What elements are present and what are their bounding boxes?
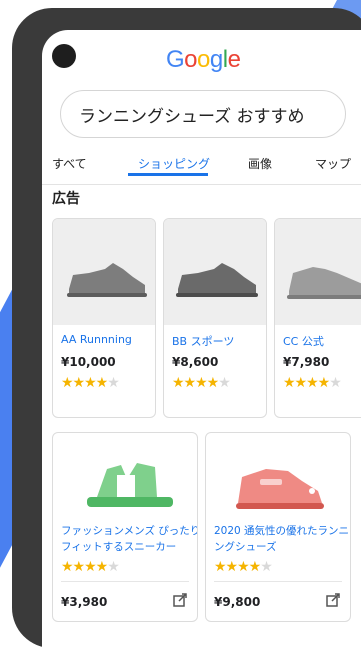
- product-price: ¥7,980: [283, 355, 330, 369]
- product-card[interactable]: CC 公式 ¥7,980 ★★★★★: [274, 218, 361, 418]
- logo-letter: g: [209, 46, 223, 73]
- shoe-icon: [67, 263, 147, 297]
- product-image: [275, 219, 361, 325]
- tab-images[interactable]: 画像: [248, 154, 272, 184]
- product-name[interactable]: CC 公式: [283, 333, 324, 349]
- rating-stars: ★★★★★: [61, 375, 120, 391]
- product-price: ¥10,000: [61, 355, 116, 369]
- product-name[interactable]: AA Runnning: [61, 333, 132, 346]
- shoe-icon: [236, 469, 324, 509]
- rating-stars: ★★★★★: [283, 375, 342, 391]
- logo-letter: o: [184, 46, 198, 73]
- divider: [61, 581, 189, 582]
- product-price: ¥8,600: [172, 355, 219, 369]
- product-card[interactable]: ファッションメンズ ぴったりフィットするスニーカー ★★★★★ ¥3,980: [52, 432, 198, 622]
- product-card[interactable]: 2020 通気性の優れたランニングシューズ ★★★★★ ¥9,800: [205, 432, 351, 622]
- sandal-icon: [87, 463, 173, 507]
- ads-label: 広告: [52, 191, 80, 207]
- search-query: ランニングシューズ おすすめ: [79, 106, 305, 127]
- product-card[interactable]: BB スポーツ ¥8,600 ★★★★★: [163, 218, 267, 418]
- product-name[interactable]: BB スポーツ: [172, 333, 234, 349]
- google-logo[interactable]: Google: [166, 46, 241, 74]
- tab-shopping[interactable]: ショッピング: [138, 154, 210, 184]
- product-image: [53, 219, 155, 325]
- logo-letter: o: [197, 46, 210, 73]
- shoe-icon: [287, 267, 361, 299]
- tab-all[interactable]: すべて: [52, 154, 87, 184]
- rating-stars: ★★★★★: [172, 375, 231, 391]
- phone-screen: Google ランニングシューズ おすすめ すべて ショッピング 画像 マップ …: [42, 30, 361, 650]
- external-link-icon[interactable]: [326, 593, 340, 607]
- active-tab-indicator: [128, 173, 208, 176]
- shoe-icon: [176, 263, 258, 297]
- search-input[interactable]: ランニングシューズ おすすめ: [60, 90, 346, 138]
- product-name[interactable]: ファッションメンズ ぴったりフィットするスニーカー: [61, 523, 197, 555]
- logo-letter: e: [227, 46, 241, 73]
- logo-letter: G: [166, 46, 185, 73]
- divider: [214, 581, 342, 582]
- product-image: [164, 219, 266, 325]
- phone-frame: Google ランニングシューズ おすすめ すべて ショッピング 画像 マップ …: [12, 8, 361, 650]
- external-link-icon[interactable]: [173, 593, 187, 607]
- tab-maps[interactable]: マップ: [315, 154, 351, 184]
- rating-stars: ★★★★★: [214, 559, 273, 575]
- product-price: ¥3,980: [61, 595, 108, 609]
- product-price: ¥9,800: [214, 595, 261, 609]
- product-card[interactable]: AA Runnning ¥10,000 ★★★★★: [52, 218, 156, 418]
- search-tabs: すべて ショッピング 画像 マップ: [42, 154, 361, 185]
- camera-icon: [52, 44, 76, 68]
- product-name[interactable]: 2020 通気性の優れたランニングシューズ: [214, 523, 350, 555]
- rating-stars: ★★★★★: [61, 559, 120, 575]
